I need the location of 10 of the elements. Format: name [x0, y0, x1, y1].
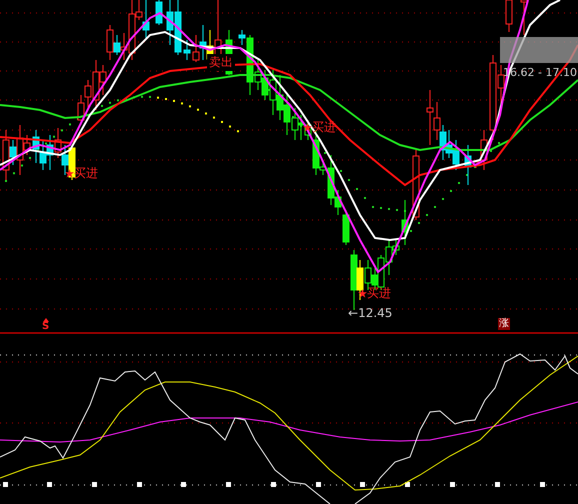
arrow-label: ←: [348, 306, 358, 320]
star-icon: [65, 169, 74, 178]
caret-icon: [42, 318, 49, 322]
buy-signal-label: 买进: [367, 285, 391, 302]
low-price-label: 12.45: [358, 306, 392, 320]
sell-signal-label: 卖出: [207, 54, 235, 71]
star-icon: [303, 123, 312, 132]
rise-marker: 涨: [498, 318, 510, 330]
buy-signal-label: 买进: [312, 119, 336, 136]
star-icon: [358, 289, 367, 298]
